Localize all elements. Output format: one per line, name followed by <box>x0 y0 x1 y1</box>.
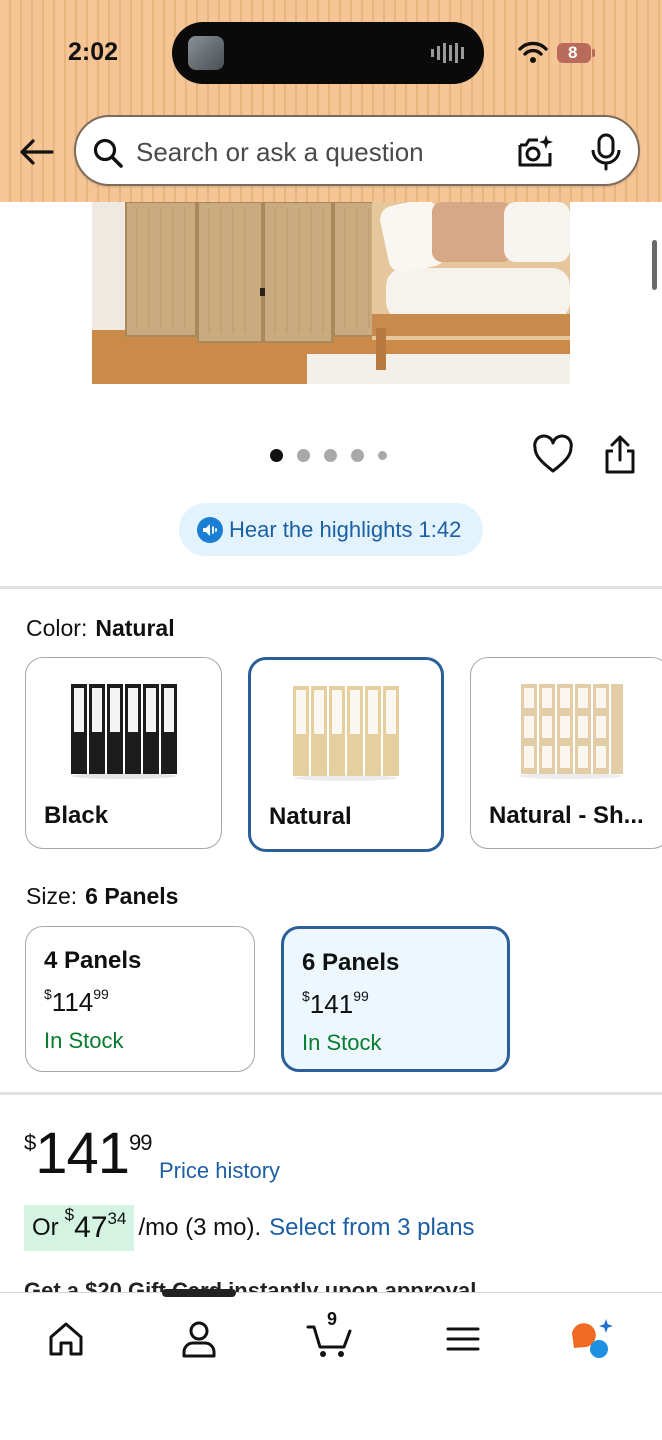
price-history-link[interactable]: Price history <box>159 1158 280 1184</box>
size-label-text: Size: <box>26 883 78 909</box>
color-option-black[interactable]: Black <box>25 657 222 849</box>
hear-highlights-label: Hear the highlights 1:42 <box>229 516 462 542</box>
installment-highlight: Or $4734 <box>24 1205 135 1251</box>
color-label-text: Color: <box>26 615 88 641</box>
carousel-dot[interactable] <box>351 449 364 462</box>
selected-size: 6 Panels <box>85 883 179 909</box>
section-divider <box>0 586 662 589</box>
color-label: Color: Natural <box>26 615 175 642</box>
account-icon[interactable] <box>179 1319 219 1359</box>
scroll-indicator[interactable] <box>652 240 657 290</box>
heart-icon[interactable] <box>532 434 574 476</box>
size-label: Size: 6 Panels <box>26 883 178 910</box>
installment-amount: $4734 <box>64 1205 127 1244</box>
image-carousel-dots[interactable] <box>270 449 387 462</box>
size-option-4-panels[interactable]: 4 Panels $11499 In Stock <box>25 926 255 1072</box>
stock-status: In Stock <box>44 1028 124 1053</box>
cart-count-badge: 9 <box>327 1309 338 1329</box>
dynamic-island <box>172 22 484 84</box>
swatch-image <box>251 686 441 786</box>
bottom-nav-bar: 9 <box>0 1289 662 1440</box>
carousel-dot[interactable] <box>270 449 283 462</box>
size-option-price: $11499 <box>44 986 109 1017</box>
status-time: 2:02 <box>68 38 119 66</box>
section-divider <box>0 1092 662 1095</box>
product-price: $14199 <box>24 1121 153 1186</box>
swatch-image <box>471 684 662 784</box>
app-header: 2:02 8 Search or ask a question <box>0 0 662 202</box>
size-option-name: 6 Panels <box>302 949 400 976</box>
nav-handle <box>162 1289 236 1297</box>
swatch-label: Black <box>44 802 109 829</box>
audio-wave-icon <box>431 43 464 63</box>
installment-prefix: Or <box>32 1214 59 1241</box>
rufus-assistant-icon[interactable] <box>568 1317 616 1361</box>
color-option-natural-shelf[interactable]: Natural - Sh... <box>470 657 662 849</box>
search-icon <box>93 138 123 168</box>
installment-offer: Or $4734 /mo (3 mo). Select from 3 plans <box>24 1205 475 1251</box>
color-option-natural[interactable]: Natural <box>248 657 444 852</box>
installment-term: /mo (3 mo). <box>138 1214 262 1241</box>
camera-search-icon[interactable] <box>516 133 554 171</box>
wifi-icon <box>518 41 548 63</box>
size-option-name: 4 Panels <box>44 947 142 974</box>
swatch-label: Natural - Sh... <box>489 802 644 829</box>
carousel-dot[interactable] <box>324 449 337 462</box>
home-icon[interactable] <box>46 1319 86 1359</box>
back-arrow-icon <box>20 139 54 165</box>
carousel-dot[interactable] <box>297 449 310 462</box>
swatch-image <box>26 684 221 784</box>
swatch-label: Natural <box>269 803 352 830</box>
microphone-icon[interactable] <box>588 133 624 171</box>
hear-highlights-button[interactable]: Hear the highlights 1:42 <box>179 503 483 556</box>
battery-level: 8 <box>568 43 578 62</box>
search-bar[interactable]: Search or ask a question <box>74 115 640 186</box>
select-plans-link[interactable]: Select from 3 plans <box>269 1214 474 1242</box>
carousel-dot[interactable] <box>378 451 387 460</box>
speaker-icon <box>197 516 223 543</box>
battery-icon: 8 <box>556 42 596 64</box>
now-playing-thumbnail <box>188 36 224 70</box>
search-input[interactable]: Search or ask a question <box>136 137 424 168</box>
size-option-price: $14199 <box>302 988 369 1019</box>
product-photo <box>92 202 570 384</box>
selected-color: Natural <box>95 615 175 641</box>
size-option-6-panels[interactable]: 6 Panels $14199 In Stock <box>281 926 510 1072</box>
product-image[interactable] <box>92 202 570 384</box>
back-button[interactable] <box>16 132 58 172</box>
menu-icon[interactable] <box>443 1319 483 1359</box>
stock-status: In Stock <box>302 1030 382 1055</box>
share-icon[interactable] <box>600 434 640 476</box>
